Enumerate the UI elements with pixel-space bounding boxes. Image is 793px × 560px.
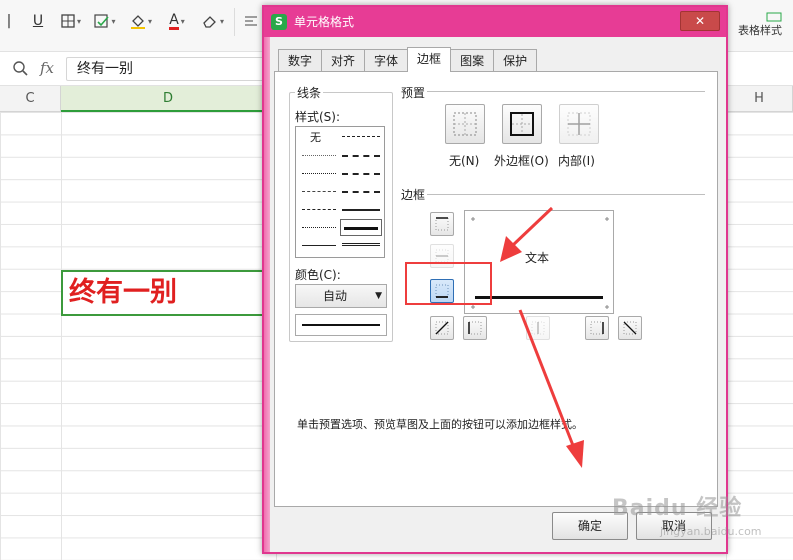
style-label: 样式(S): (293, 108, 343, 125)
color-label: 颜色(C): (293, 266, 343, 283)
align-left-button[interactable] (242, 10, 260, 32)
preview-text: 文本 (525, 251, 550, 265)
line-style-option[interactable] (342, 243, 380, 246)
tab-alignment[interactable]: 对齐 (321, 49, 366, 72)
line-style-none[interactable]: 无 (310, 129, 321, 145)
preset-outline-button[interactable] (502, 104, 542, 144)
line-color-value: 自动 (322, 289, 347, 303)
fx-label[interactable]: fx (40, 59, 54, 77)
active-cell-d[interactable]: 终有一别 (61, 270, 276, 316)
dialog-title: 单元格格式 (294, 15, 355, 29)
border-center-icon (531, 321, 545, 335)
grid-line (61, 112, 62, 560)
line-style-list[interactable]: 无 (295, 126, 385, 258)
watermark-logo: Baidu 经验 (612, 496, 743, 521)
chevron-down-icon: ▾ (147, 16, 152, 26)
border-diagonal-down-button[interactable] (618, 316, 642, 340)
italic-tail: | (6, 13, 12, 29)
line-style-option[interactable] (342, 136, 380, 137)
chevron-down-icon: ▾ (111, 16, 116, 26)
diagonal-up-icon (435, 321, 449, 335)
chevron-down-icon: ▾ (219, 16, 224, 26)
presets-divider (405, 91, 705, 92)
diagonal-down-icon (623, 321, 637, 335)
app-icon: S (271, 14, 287, 30)
dialog-edge-strip (264, 37, 270, 552)
paint-bucket-icon (130, 15, 145, 29)
table-style-label: 表格样式 (738, 24, 782, 37)
close-button[interactable]: ✕ (680, 11, 720, 31)
chevron-down-icon: ▼ (375, 291, 382, 301)
align-left-icon (245, 16, 257, 26)
tab-bar: 数字 对齐 字体 边框 图案 保护 (278, 47, 538, 72)
line-style-option[interactable] (302, 191, 336, 192)
line-style-option[interactable] (342, 209, 380, 211)
highlight-box (405, 262, 492, 305)
formula-input[interactable]: 终有一别 (66, 57, 276, 81)
line-color-sample (295, 314, 387, 336)
border-right-icon (590, 321, 604, 335)
preset-outline-label: 外边框(O) (494, 154, 549, 168)
dialog-title-bar[interactable]: S 单元格格式 ✕ (264, 7, 726, 37)
border-right-button[interactable] (585, 316, 609, 340)
chevron-down-icon: ▾ (180, 16, 185, 26)
border-tab-panel: 线条 样式(S): 无 颜色(C): 自动 ▼ 预置 无(N) 外边框(O) 内… (274, 71, 718, 507)
border-diagonal-up-button[interactable] (430, 316, 454, 340)
eraser-icon (203, 16, 216, 28)
border-inside-icon (567, 112, 591, 136)
borders-icon (61, 14, 75, 28)
column-header-d[interactable]: D (61, 86, 276, 112)
line-style-option[interactable] (342, 191, 380, 193)
preset-none-label: 无(N) (449, 154, 480, 168)
chevron-down-icon: ▾ (76, 16, 81, 26)
tab-protection[interactable]: 保护 (493, 49, 538, 72)
cell-format-button[interactable]: ▾ (90, 10, 120, 32)
column-header-c[interactable]: C (0, 86, 61, 112)
line-style-option[interactable] (342, 155, 380, 157)
presets-title: 预置 (399, 84, 428, 101)
line-style-option[interactable] (302, 209, 336, 210)
border-divider (405, 194, 705, 195)
line-style-option[interactable] (302, 155, 336, 156)
font-color-label: A (169, 11, 179, 30)
border-top-button[interactable] (430, 212, 454, 236)
toolbar-divider (234, 8, 235, 36)
underline-button[interactable]: U (28, 10, 48, 32)
tab-pattern[interactable]: 图案 (450, 49, 495, 72)
border-left-button[interactable] (463, 316, 487, 340)
line-style-option[interactable] (302, 173, 336, 174)
border-top-icon (435, 217, 449, 231)
tab-font[interactable]: 字体 (364, 49, 409, 72)
tab-border[interactable]: 边框 (407, 47, 452, 72)
table-style-button[interactable]: 表格样式 (738, 12, 782, 38)
clear-button[interactable]: ▾ (198, 10, 228, 32)
border-outline-icon (510, 112, 534, 136)
watermark-url: jingyan.baidu.com (660, 525, 762, 538)
font-color-button[interactable]: A ▾ (162, 10, 192, 32)
preset-none-button[interactable] (445, 104, 485, 144)
cell-format-icon (94, 14, 110, 28)
zoom-icon[interactable] (12, 60, 28, 80)
line-style-option[interactable] (344, 227, 378, 230)
border-left-icon (468, 321, 482, 335)
borders-button[interactable]: ▾ (56, 10, 86, 32)
preset-inside-label: 内部(I) (558, 154, 595, 168)
preview-bottom-border[interactable] (475, 296, 603, 299)
line-color-select[interactable]: 自动 ▼ (295, 284, 387, 308)
lines-group-title: 线条 (295, 84, 324, 101)
border-inside-vertical-button[interactable] (526, 316, 550, 340)
fill-color-button[interactable]: ▾ (126, 10, 156, 32)
tab-number[interactable]: 数字 (278, 49, 323, 72)
line-style-option[interactable] (302, 245, 336, 246)
preset-inside-button[interactable] (559, 104, 599, 144)
column-header-h[interactable]: H (726, 86, 793, 112)
line-style-option[interactable] (302, 227, 336, 228)
border-title: 边框 (399, 186, 428, 203)
line-style-option[interactable] (342, 173, 380, 175)
hint-text: 单击预置选项、预览草图及上面的按钮可以添加边框样式。 (297, 418, 583, 431)
table-style-icon (766, 12, 782, 22)
format-cells-dialog: S 单元格格式 ✕ 数字 对齐 字体 边框 图案 保护 线条 样式(S): 无 (262, 5, 728, 554)
border-none-icon (453, 112, 477, 136)
